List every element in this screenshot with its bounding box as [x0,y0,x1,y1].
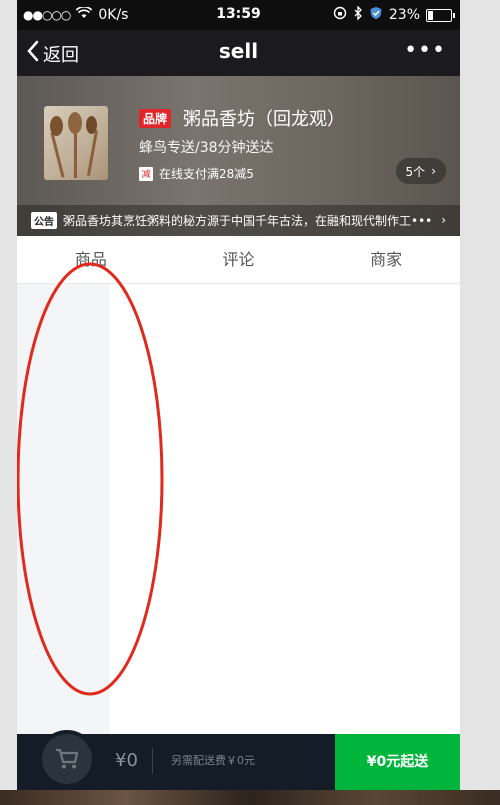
promo-row: 减 在线支付满28减5 [139,165,254,182]
status-right: 23% [333,5,455,24]
notice-text: 粥品香坊其烹饪粥料的秘方源于中国千年古法，在融和现代制作工••• [63,214,433,228]
page-title: sell [218,39,259,63]
cart-icon [42,734,92,784]
chevron-right-icon: › [441,213,446,227]
shop-avatar [44,106,108,180]
pay-button[interactable]: ¥0元起送 [335,734,460,790]
tab-seller[interactable]: 商家 [312,236,460,283]
cart-logo-wrapper[interactable] [38,730,96,788]
notice-bar[interactable]: 公告 粥品香坊其烹饪粥料的秘方源于中国千年古法，在融和现代制作工••• › [17,205,460,236]
discount-tag-icon: 减 [139,166,153,181]
bluetooth-icon [353,5,363,24]
delivery-info: 蜂鸟专送/38分钟送达 [139,140,274,156]
red-annotation-ellipse [17,262,164,696]
notice-label: 公告 [31,212,57,229]
chevron-right-icon: › [431,164,436,178]
status-bar: ●●○○○ 0K/s 13:59 23% [17,0,460,30]
background-strip [0,790,500,805]
shopcart-bar: ¥0 另需配送费￥0元 ¥0元起送 [17,730,460,790]
cart-total-price: ¥0 [115,748,153,774]
rotation-lock-icon [333,6,347,24]
promo-count: 5个 [405,164,426,179]
delivery-fee: 另需配送费￥0元 [171,754,255,767]
promo-text: 在线支付满28减5 [159,167,254,181]
battery-icon [426,8,455,22]
nav-bar: 返回 sell ••• [17,30,460,76]
more-menu-button[interactable]: ••• [404,38,446,63]
shop-header: 品牌 粥品香坊（回龙观） 蜂鸟专送/38分钟送达 减 在线支付满28减5 5个 … [17,76,460,236]
shop-name: 粥品香坊（回龙观） [183,109,345,130]
shield-app-icon [369,6,383,24]
battery-percent: 23% [388,7,420,23]
brand-badge: 品牌 [139,109,172,128]
promo-count-button[interactable]: 5个 › [395,158,446,184]
phone-screen: ●●○○○ 0K/s 13:59 23% 返回 sell ••• 品牌 粥品香坊… [17,0,460,790]
